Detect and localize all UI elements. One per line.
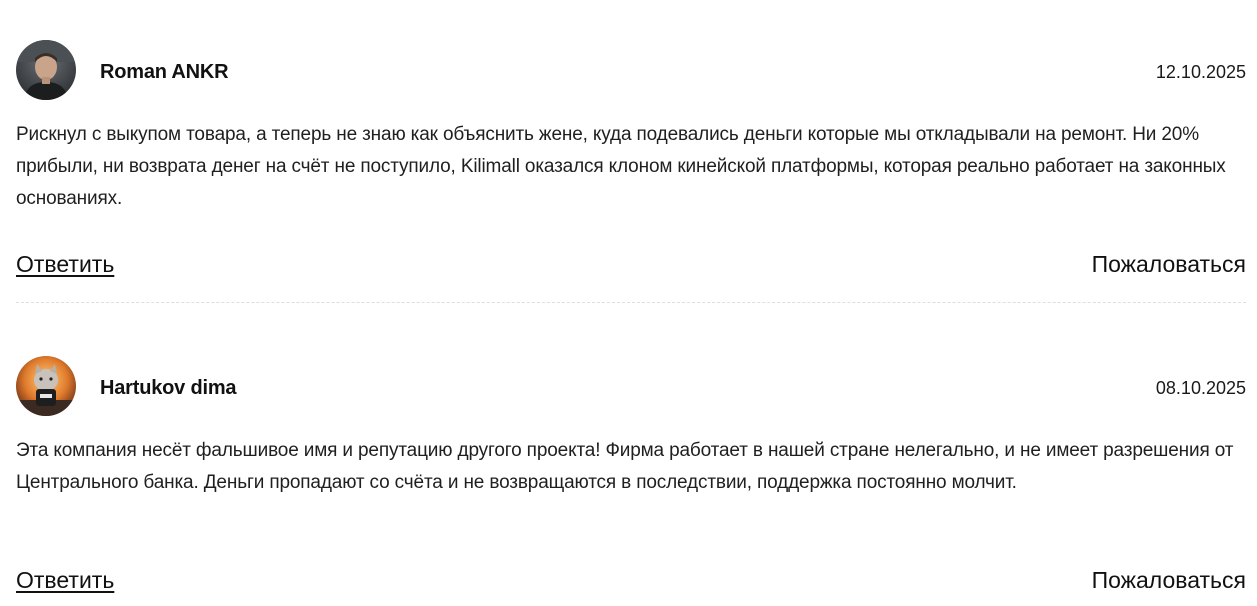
reply-link[interactable]: Ответить [16,250,114,278]
comment-text: Эта компания несёт фальшивое имя и репут… [16,440,1234,493]
comment-date: 12.10.2025 [1155,62,1246,82]
avatar [16,356,76,416]
comment-actions: Ответить Пожаловаться [16,566,1246,596]
reply-link[interactable]: Ответить [16,566,114,594]
avatar [16,40,76,100]
comment-header: Hartukov dima 08.10.2025 [16,356,1246,418]
comment-header: Roman ANKR 12.10.2025 [16,40,1246,102]
avatar-photo [16,40,76,100]
comment-author: Roman ANKR [100,61,229,83]
comment-author: Hartukov dima [100,377,237,399]
avatar-photo [16,356,76,416]
report-link[interactable]: Пожаловаться [1092,250,1246,278]
comment-text: Рискнул с выкупом товара, а теперь не зн… [16,124,1226,209]
report-link[interactable]: Пожаловаться [1092,566,1246,594]
comment: Roman ANKR 12.10.2025 Рискнул с выкупом … [16,40,1246,277]
comment-date: 08.10.2025 [1155,378,1246,398]
comment-actions: Ответить Пожаловаться [16,250,1246,280]
comment: Hartukov dima 08.10.2025 Эта компания не… [16,356,1246,593]
comment-divider [16,302,1246,303]
